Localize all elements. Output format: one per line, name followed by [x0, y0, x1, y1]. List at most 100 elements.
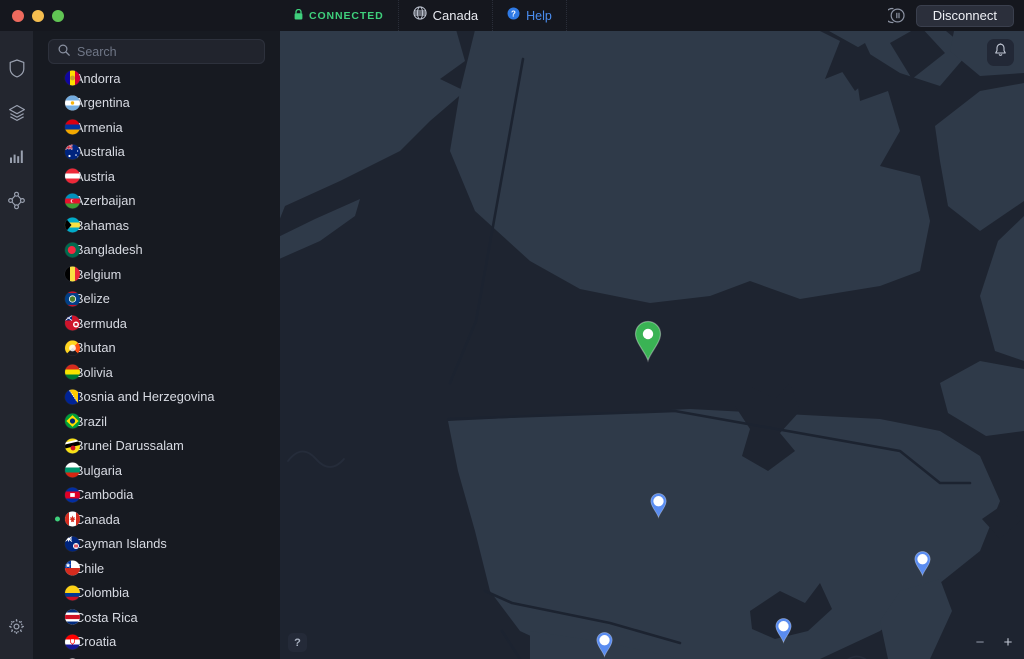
icon-rail [0, 31, 33, 659]
country-name: Belize [75, 291, 110, 307]
connected-indicator-dot [55, 516, 60, 522]
country-name: Bosnia and Herzegovina [75, 389, 215, 405]
country-row[interactable]: Armenia [33, 115, 280, 140]
country-row[interactable]: Bolivia [33, 360, 280, 385]
map-pin-us-central-server[interactable] [648, 492, 669, 519]
map-pin-us-east-server[interactable] [773, 617, 794, 644]
rail-item-dark-web-monitor[interactable] [0, 137, 33, 181]
country-row[interactable]: Bulgaria [33, 458, 280, 483]
country-row[interactable]: Argentina [33, 91, 280, 116]
flag-icon [65, 511, 80, 527]
country-name: Australia [75, 144, 125, 160]
country-name: Azerbaijan [75, 193, 136, 209]
country-name: Bulgaria [75, 462, 122, 478]
country-label: Canada [432, 8, 479, 23]
flag-icon [65, 340, 80, 356]
close-button[interactable] [12, 9, 24, 22]
help-link[interactable]: ? Help [493, 0, 567, 31]
globe-icon [413, 6, 427, 25]
maximize-button[interactable] [52, 9, 64, 22]
country-row[interactable]: Bosnia and Herzegovina [33, 385, 280, 410]
meshnet-icon [7, 191, 26, 215]
flag-icon [65, 634, 80, 650]
rail-item-vpn[interactable] [0, 49, 33, 93]
country-name: Croatia [75, 634, 117, 650]
map-pin-bermuda-server[interactable] [912, 550, 933, 577]
country-row[interactable]: Bangladesh [33, 238, 280, 263]
flag-icon [65, 438, 80, 454]
country-row[interactable]: Canada [33, 507, 280, 532]
country-row[interactable]: Azerbaijan [33, 189, 280, 214]
flag-icon [65, 168, 80, 184]
nordvpn-window: CONNECTED Canada ? Help Disconnect Searc… [0, 0, 1024, 659]
question-circle-icon: ? [507, 7, 520, 25]
zoom-out-button[interactable]: − [970, 632, 990, 652]
flag-icon [65, 95, 80, 111]
flag-icon [65, 609, 80, 625]
disconnect-button[interactable]: Disconnect [915, 4, 1014, 27]
country-name: Cayman Islands [75, 536, 167, 552]
rail-item-meshnet[interactable] [0, 181, 33, 225]
svg-text:?: ? [511, 9, 516, 18]
flag-icon [65, 462, 80, 478]
country-name: Bolivia [75, 364, 113, 380]
country-row[interactable]: Chile [33, 556, 280, 581]
status-label: CONNECTED [309, 9, 384, 22]
country-row[interactable]: Bhutan [33, 336, 280, 361]
country-row[interactable]: Austria [33, 164, 280, 189]
country-row[interactable]: Brunei Darussalam [33, 434, 280, 459]
window-body: Search Andorra Argentina Armenia Australia A… [0, 31, 1024, 659]
country-row[interactable]: Belgium [33, 262, 280, 287]
help-label: Help [526, 8, 552, 23]
country-name: Bangladesh [75, 242, 143, 258]
country-row[interactable]: Cayman Islands [33, 532, 280, 557]
rail-item-settings[interactable] [0, 607, 33, 651]
minimize-button[interactable] [32, 9, 44, 22]
country-name: Argentina [75, 95, 130, 111]
country-row[interactable]: Colombia [33, 581, 280, 606]
map-pin-mexico-server[interactable] [594, 631, 615, 658]
country-row[interactable]: Cambodia [33, 483, 280, 508]
country-row[interactable]: Belize [33, 287, 280, 312]
notifications-button[interactable] [987, 39, 1014, 66]
search-placeholder: Search [77, 44, 117, 59]
rail-item-threat-protection[interactable] [0, 93, 33, 137]
country-row[interactable]: Bermuda [33, 311, 280, 336]
country-name: Belgium [75, 266, 122, 282]
pause-circle-icon[interactable] [884, 5, 910, 27]
country-row[interactable]: Costa Rica [33, 605, 280, 630]
search-input[interactable]: Search [48, 39, 265, 64]
map-pin-canada-server[interactable] [631, 319, 665, 363]
flag-icon [65, 536, 80, 552]
search-container: Search [33, 31, 280, 70]
flag-icon [65, 585, 80, 601]
zoom-in-button[interactable]: + [998, 632, 1018, 652]
bell-icon [994, 43, 1007, 62]
country-name: Andorra [75, 70, 121, 86]
flag-icon [65, 389, 80, 405]
world-map[interactable]: ? − + [280, 31, 1024, 659]
bar-chart-icon [9, 149, 25, 169]
country-name: Bhutan [75, 340, 116, 356]
country-list[interactable]: Andorra Argentina Armenia Australia Austria A… [33, 62, 280, 659]
country-row[interactable]: Brazil [33, 409, 280, 434]
country-row[interactable]: Cyprus [33, 654, 280, 659]
layers-icon [8, 104, 26, 127]
map-help-button[interactable]: ? [288, 633, 307, 652]
country-name: Austria [75, 168, 115, 184]
country-row[interactable]: Australia [33, 140, 280, 165]
country-row[interactable]: Croatia [33, 630, 280, 655]
title-bar: CONNECTED Canada ? Help Disconnect [0, 0, 1024, 31]
flag-icon [65, 242, 80, 258]
flag-icon [65, 144, 80, 160]
search-icon [58, 43, 70, 61]
country-row[interactable]: Bahamas [33, 213, 280, 238]
flag-icon [65, 291, 80, 307]
flag-icon [65, 315, 80, 331]
map-zoom-controls: − + [970, 632, 1018, 652]
connection-status: CONNECTED [280, 0, 399, 31]
connected-country[interactable]: Canada [399, 0, 494, 31]
gear-icon [8, 618, 25, 640]
country-name: Colombia [75, 585, 130, 601]
flag-icon [65, 364, 80, 380]
